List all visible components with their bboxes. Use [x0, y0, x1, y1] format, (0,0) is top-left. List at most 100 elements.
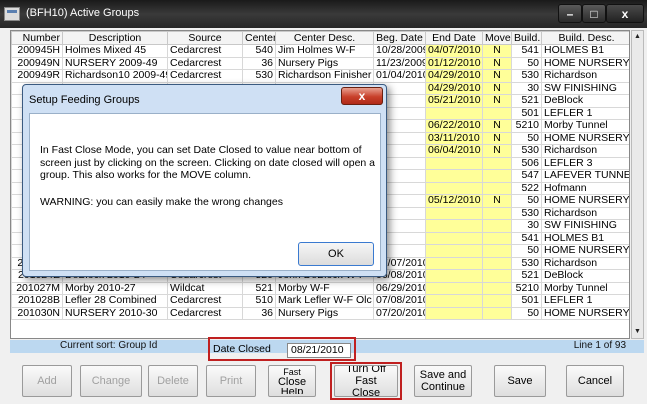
table-cell[interactable]: 201027M — [11, 281, 63, 295]
table-cell[interactable]: Wildcat — [167, 281, 243, 295]
ok-button[interactable]: OK — [298, 242, 374, 266]
table-cell[interactable]: 05/12/2010 — [425, 194, 483, 208]
table-cell[interactable]: 04/29/2010 — [425, 69, 483, 83]
table-cell[interactable]: N — [482, 81, 512, 95]
table-cell[interactable]: SW FINISHING — [541, 219, 629, 233]
table-cell[interactable]: Richardson Finisher — [275, 69, 374, 83]
table-cell[interactable]: 530 — [511, 206, 542, 220]
table-cell[interactable]: LAFEVER TUNNE — [541, 169, 629, 183]
table-cell[interactable]: Mark Lefler W-F Olc — [275, 294, 374, 308]
table-cell[interactable]: HOLMES B1 — [541, 231, 629, 245]
table-cell[interactable]: 06/04/2010 — [425, 144, 483, 158]
table-cell[interactable] — [482, 231, 512, 245]
table-cell[interactable]: N — [482, 144, 512, 158]
table-cell[interactable]: Hofmann — [541, 181, 629, 195]
table-cell[interactable]: 10/28/2009 — [373, 44, 426, 58]
scroll-down-icon[interactable]: ▼ — [632, 326, 643, 338]
column-header[interactable]: Build. — [511, 31, 542, 45]
scroll-up-icon[interactable]: ▲ — [632, 31, 643, 43]
table-cell[interactable] — [425, 206, 483, 220]
table-cell[interactable]: Nursery Pigs — [275, 306, 374, 320]
save-and-continue-button[interactable]: Save and Continue — [414, 365, 472, 397]
table-cell[interactable]: Richardson — [541, 144, 629, 158]
table-cell[interactable]: 530 — [511, 256, 542, 270]
table-cell[interactable] — [425, 281, 483, 295]
table-cell[interactable]: 06/29/2010 — [373, 281, 426, 295]
table-cell[interactable]: Richardson — [541, 206, 629, 220]
table-cell[interactable]: N — [482, 56, 512, 70]
table-cell[interactable]: 200949R — [11, 69, 63, 83]
table-cell[interactable]: HOME NURSERY — [541, 244, 629, 258]
column-header[interactable]: Build. Desc. — [541, 31, 629, 45]
table-cell[interactable]: 501 — [511, 106, 542, 120]
table-cell[interactable]: 01/12/2010 — [425, 56, 483, 70]
table-row[interactable]: 201028B Lefler 28 Combined Cedarcrest 510 Ma… — [11, 294, 629, 308]
table-cell[interactable]: 04/29/2010 — [425, 81, 483, 95]
table-cell[interactable]: HOLMES B1 — [541, 44, 629, 58]
table-cell[interactable]: 201028B — [11, 294, 63, 308]
column-header[interactable]: Source — [167, 31, 243, 45]
table-cell[interactable]: 50 — [511, 194, 542, 208]
table-cell[interactable]: 04/07/2010 — [425, 44, 483, 58]
table-cell[interactable]: 5210 — [511, 119, 542, 133]
table-cell[interactable]: 07/20/2010 — [373, 306, 426, 320]
column-header[interactable]: Center — [242, 31, 276, 45]
table-cell[interactable]: DeBlock — [541, 269, 629, 283]
table-cell[interactable]: LEFLER 1 — [541, 294, 629, 308]
table-cell[interactable]: 11/23/2009 — [373, 56, 426, 70]
table-cell[interactable] — [482, 181, 512, 195]
table-cell[interactable]: 50 — [511, 306, 542, 320]
table-cell[interactable]: N — [482, 119, 512, 133]
column-header[interactable]: Beg. Date — [373, 31, 426, 45]
table-cell[interactable]: 510 — [242, 294, 276, 308]
table-cell[interactable]: 201030N — [11, 306, 63, 320]
table-cell[interactable]: Holmes Mixed 45 — [62, 44, 168, 58]
table-cell[interactable]: Cedarcrest — [167, 69, 243, 83]
table-cell[interactable]: N — [482, 69, 512, 83]
table-cell[interactable]: Morby W-F — [275, 281, 374, 295]
table-cell[interactable]: 5210 — [511, 281, 542, 295]
table-cell[interactable] — [425, 269, 483, 283]
table-cell[interactable] — [425, 156, 483, 170]
table-cell[interactable]: 530 — [511, 144, 542, 158]
column-header[interactable]: Center Desc. — [275, 31, 374, 45]
table-cell[interactable]: 07/08/2010 — [373, 294, 426, 308]
fast-close-help-button[interactable]: Fast Close Help — [268, 365, 316, 397]
save-button[interactable]: Save — [494, 365, 546, 397]
table-cell[interactable]: LEFLER 3 — [541, 156, 629, 170]
table-cell[interactable]: Richardson — [541, 256, 629, 270]
table-cell[interactable] — [482, 169, 512, 183]
table-cell[interactable]: NURSERY 2009-49 — [62, 56, 168, 70]
add-button[interactable]: Add — [22, 365, 72, 397]
delete-button[interactable]: Delete — [148, 365, 198, 397]
turn-off-fast-close-button[interactable]: Turn Off Fast Close — [334, 365, 398, 397]
table-cell[interactable]: 05/21/2010 — [425, 94, 483, 108]
table-row[interactable]: 200949N NURSERY 2009-49 Cedarcrest 36 Nurser… — [11, 56, 629, 70]
table-cell[interactable]: 30 — [511, 219, 542, 233]
table-cell[interactable] — [425, 294, 483, 308]
table-cell[interactable]: 530 — [511, 69, 542, 83]
change-button[interactable]: Change — [80, 365, 142, 397]
table-row[interactable]: 200945H Holmes Mixed 45 Cedarcrest 540 Jim H… — [11, 44, 629, 58]
table-cell[interactable]: HOME NURSERY — [541, 306, 629, 320]
column-header[interactable]: Number — [11, 31, 63, 45]
table-cell[interactable] — [482, 244, 512, 258]
table-cell[interactable]: 06/22/2010 — [425, 119, 483, 133]
table-cell[interactable] — [482, 306, 512, 320]
column-header[interactable]: Move — [482, 31, 512, 45]
table-cell[interactable]: 50 — [511, 244, 542, 258]
table-cell[interactable]: N — [482, 94, 512, 108]
table-cell[interactable]: 540 — [242, 44, 276, 58]
table-cell[interactable] — [482, 281, 512, 295]
table-cell[interactable]: Richardson — [541, 69, 629, 83]
table-cell[interactable]: NURSERY 2010-30 — [62, 306, 168, 320]
table-cell[interactable] — [425, 181, 483, 195]
column-header[interactable]: End Date — [425, 31, 483, 45]
table-cell[interactable]: LEFLER 1 — [541, 106, 629, 120]
table-cell[interactable]: Morby Tunnel — [541, 281, 629, 295]
table-cell[interactable]: 36 — [242, 56, 276, 70]
table-cell[interactable]: Cedarcrest — [167, 56, 243, 70]
date-closed-field[interactable]: 08/21/2010 — [287, 343, 351, 358]
table-cell[interactable]: Richardson10 2009-49 — [62, 69, 168, 83]
table-cell[interactable]: 541 — [511, 231, 542, 245]
